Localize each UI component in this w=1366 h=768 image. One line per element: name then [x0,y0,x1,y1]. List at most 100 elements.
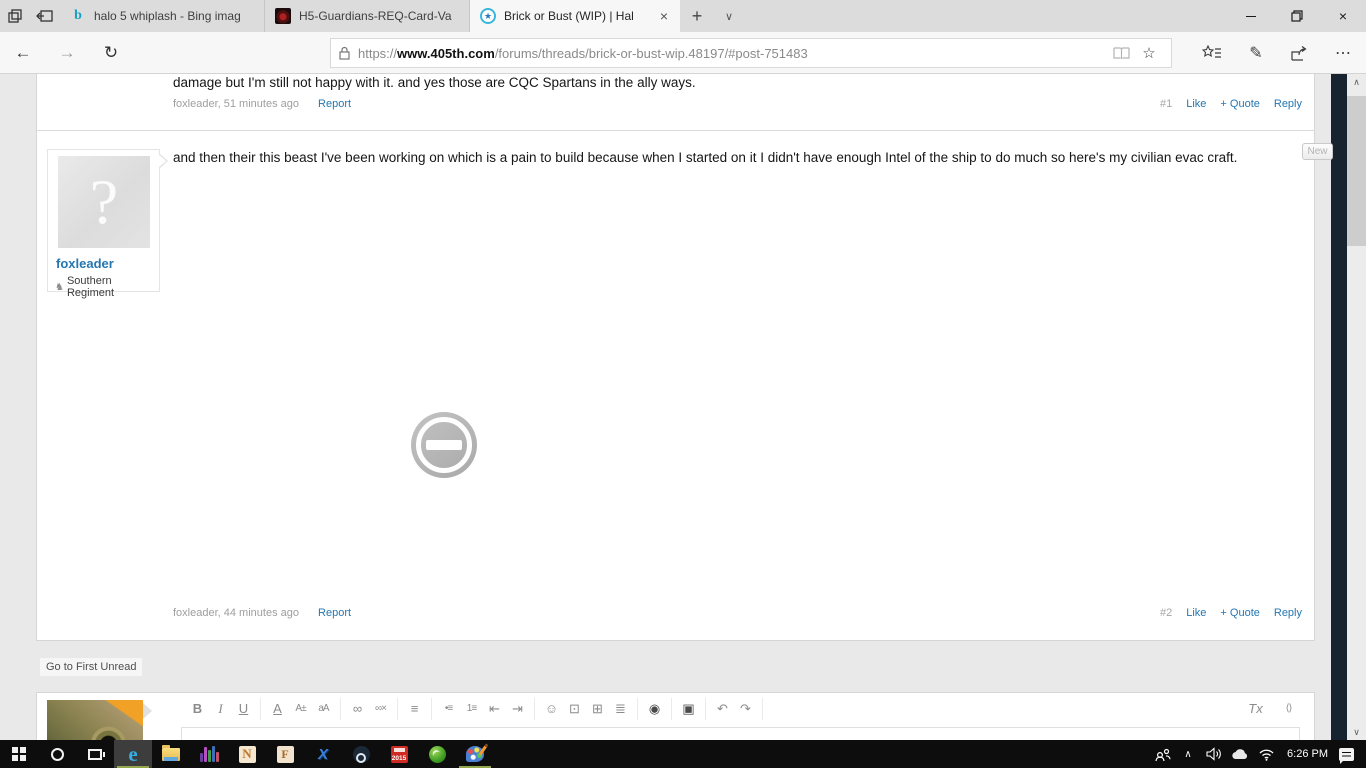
taskbar-clock[interactable]: 6:26 PM [1279,740,1336,768]
report-link[interactable]: Report [318,98,351,110]
taskbar-paint-app-button[interactable] [456,740,494,768]
taskbar-steam-button[interactable] [342,740,380,768]
settings-more-button[interactable]: ⋯ [1325,37,1361,69]
thread-posts-panel: damage but I'm still not happy with it. … [36,74,1333,641]
f-app-icon: F [276,745,294,763]
back-button[interactable]: ← [6,37,40,69]
indent-button[interactable]: ⇥ [506,698,529,720]
hidden-icons-chevron[interactable]: ∧ [1175,740,1201,768]
remove-formatting-button[interactable]: Tx [1244,698,1267,720]
forward-button[interactable]: → [50,37,84,69]
action-center-button[interactable] [1336,740,1366,768]
alignment-button[interactable]: ≡ [403,698,426,720]
author-card: ? foxleader ♞ Southern Regiment [47,149,168,299]
task-view-button[interactable] [76,740,114,768]
minimize-button[interactable] [1228,0,1274,32]
cortana-button[interactable] [38,740,76,768]
broken-image-placeholder-icon[interactable] [411,412,477,478]
taskbar-green-app-button[interactable] [418,740,456,768]
taskbar-x-app-button[interactable]: X [304,740,342,768]
bullet-list-button[interactable]: •≡ [437,698,460,720]
quote-link[interactable]: + Quote [1220,98,1259,110]
insert-link-button[interactable]: ∞ [346,698,369,720]
wifi-button[interactable] [1253,740,1279,768]
taskbar-file-explorer-button[interactable] [152,740,190,768]
bubble-arrow-inner [159,155,166,167]
add-favorite-button[interactable]: ☆ [1135,44,1163,62]
tab-bar-expand-button[interactable]: ∨ [714,0,744,32]
tab-bing-images[interactable]: b halo 5 whiplash - Bing imag [60,0,265,32]
avatar[interactable]: ? [58,156,150,248]
avatar-placeholder-glyph: ? [89,166,119,237]
tab-brick-or-bust-active[interactable]: ★ Brick or Bust (WIP) | Hal × [470,0,680,32]
share-button[interactable] [1281,37,1317,69]
post-actions: #2 Like + Quote Reply [1160,607,1302,619]
taskbar-nexus-button[interactable]: N [228,740,266,768]
onedrive-button[interactable] [1227,740,1253,768]
edge-browser-window: b halo 5 whiplash - Bing imag H5-Guardia… [0,0,1366,768]
paint-palette-icon [466,746,484,762]
like-link[interactable]: Like [1186,607,1206,619]
bold-button[interactable]: B [186,698,209,720]
taskbar-equalizer-app-button[interactable] [190,740,228,768]
web-note-button[interactable]: ✎ [1238,37,1274,69]
redo-button[interactable]: ↷ [734,698,757,720]
onedrive-cloud-icon [1232,749,1248,759]
close-window-button[interactable]: × [1320,0,1366,32]
post-number: #2 [1159,607,1173,619]
insert-image-button[interactable]: ⊡ [563,698,586,720]
scroll-down-arrow[interactable]: ∨ [1347,724,1366,740]
go-to-first-unread-button[interactable]: Go to First Unread [40,658,143,676]
taskbar-f-app-button[interactable]: F [266,740,304,768]
toolbar-group-list: •≡ 1≡ ⇤ ⇥ [432,698,535,720]
undo-button[interactable]: ↶ [711,698,734,720]
tab-req-card[interactable]: H5-Guardians-REQ-Card-Va [265,0,470,32]
green-orb-icon [428,745,446,763]
font-size-button[interactable]: A± [289,698,312,720]
like-link[interactable]: Like [1186,98,1206,110]
nexus-icon: N [238,745,256,763]
report-link[interactable]: Report [318,607,351,619]
new-tab-button[interactable]: + [680,0,714,32]
people-button[interactable] [1149,740,1175,768]
insert-media-button[interactable]: ⊞ [586,698,609,720]
font-family-button[interactable]: aA [312,698,335,720]
camera-button[interactable]: ◉ [643,698,666,720]
drafts-button[interactable]: ▣ [677,698,700,720]
reply-link[interactable]: Reply [1274,607,1302,619]
bbcode-toggle-button[interactable]: ⟨⟩ [1277,698,1300,720]
underline-button[interactable]: U [232,698,255,720]
quote-link[interactable]: + Quote [1220,607,1259,619]
post-body: damage but I'm still not happy with it. … [173,75,696,90]
unlink-button[interactable]: ∞× [369,698,392,720]
insert-quote-button[interactable]: ≣ [609,698,632,720]
scroll-up-arrow[interactable]: ∧ [1347,74,1366,90]
username-link[interactable]: foxleader [56,256,114,271]
numbered-list-button[interactable]: 1≡ [460,698,483,720]
editor-toolbar: B I U A A± aA ∞ ∞× ≡ •≡ 1≡ ⇤ ⇥ ☺ ⊡ ⊞ ≣ ◉… [181,698,1300,720]
close-tab-icon[interactable]: × [658,8,670,24]
italic-button[interactable]: I [209,698,232,720]
tab-preview-button[interactable] [0,0,30,32]
refresh-button[interactable]: ↻ [94,37,128,69]
volume-button[interactable] [1201,740,1227,768]
smilies-button[interactable]: ☺ [540,698,563,720]
scrollbar-thumb[interactable] [1347,96,1366,246]
current-user-avatar[interactable] [47,700,152,740]
vertical-scrollbar[interactable]: ∧ ∨ [1347,74,1366,740]
post-author-date: foxleader, 44 minutes ago [173,607,299,619]
outdent-button[interactable]: ⇤ [483,698,506,720]
reply-link[interactable]: Reply [1274,98,1302,110]
set-aside-tabs-button[interactable] [30,0,60,32]
tab-preview-icon [8,9,22,23]
text-color-button[interactable]: A [266,698,289,720]
405th-favicon: ★ [480,8,496,24]
hub-button[interactable] [1194,37,1230,69]
file-explorer-icon [162,744,180,761]
taskbar-edge-button[interactable]: e [114,740,152,768]
taskbar-sketchup-button[interactable]: 2015 [380,740,418,768]
reply-text-area[interactable] [181,727,1300,740]
restore-button[interactable] [1274,0,1320,32]
start-button[interactable] [0,740,38,768]
address-bar[interactable]: https://www.405th.com/forums/threads/bri… [330,38,1172,68]
